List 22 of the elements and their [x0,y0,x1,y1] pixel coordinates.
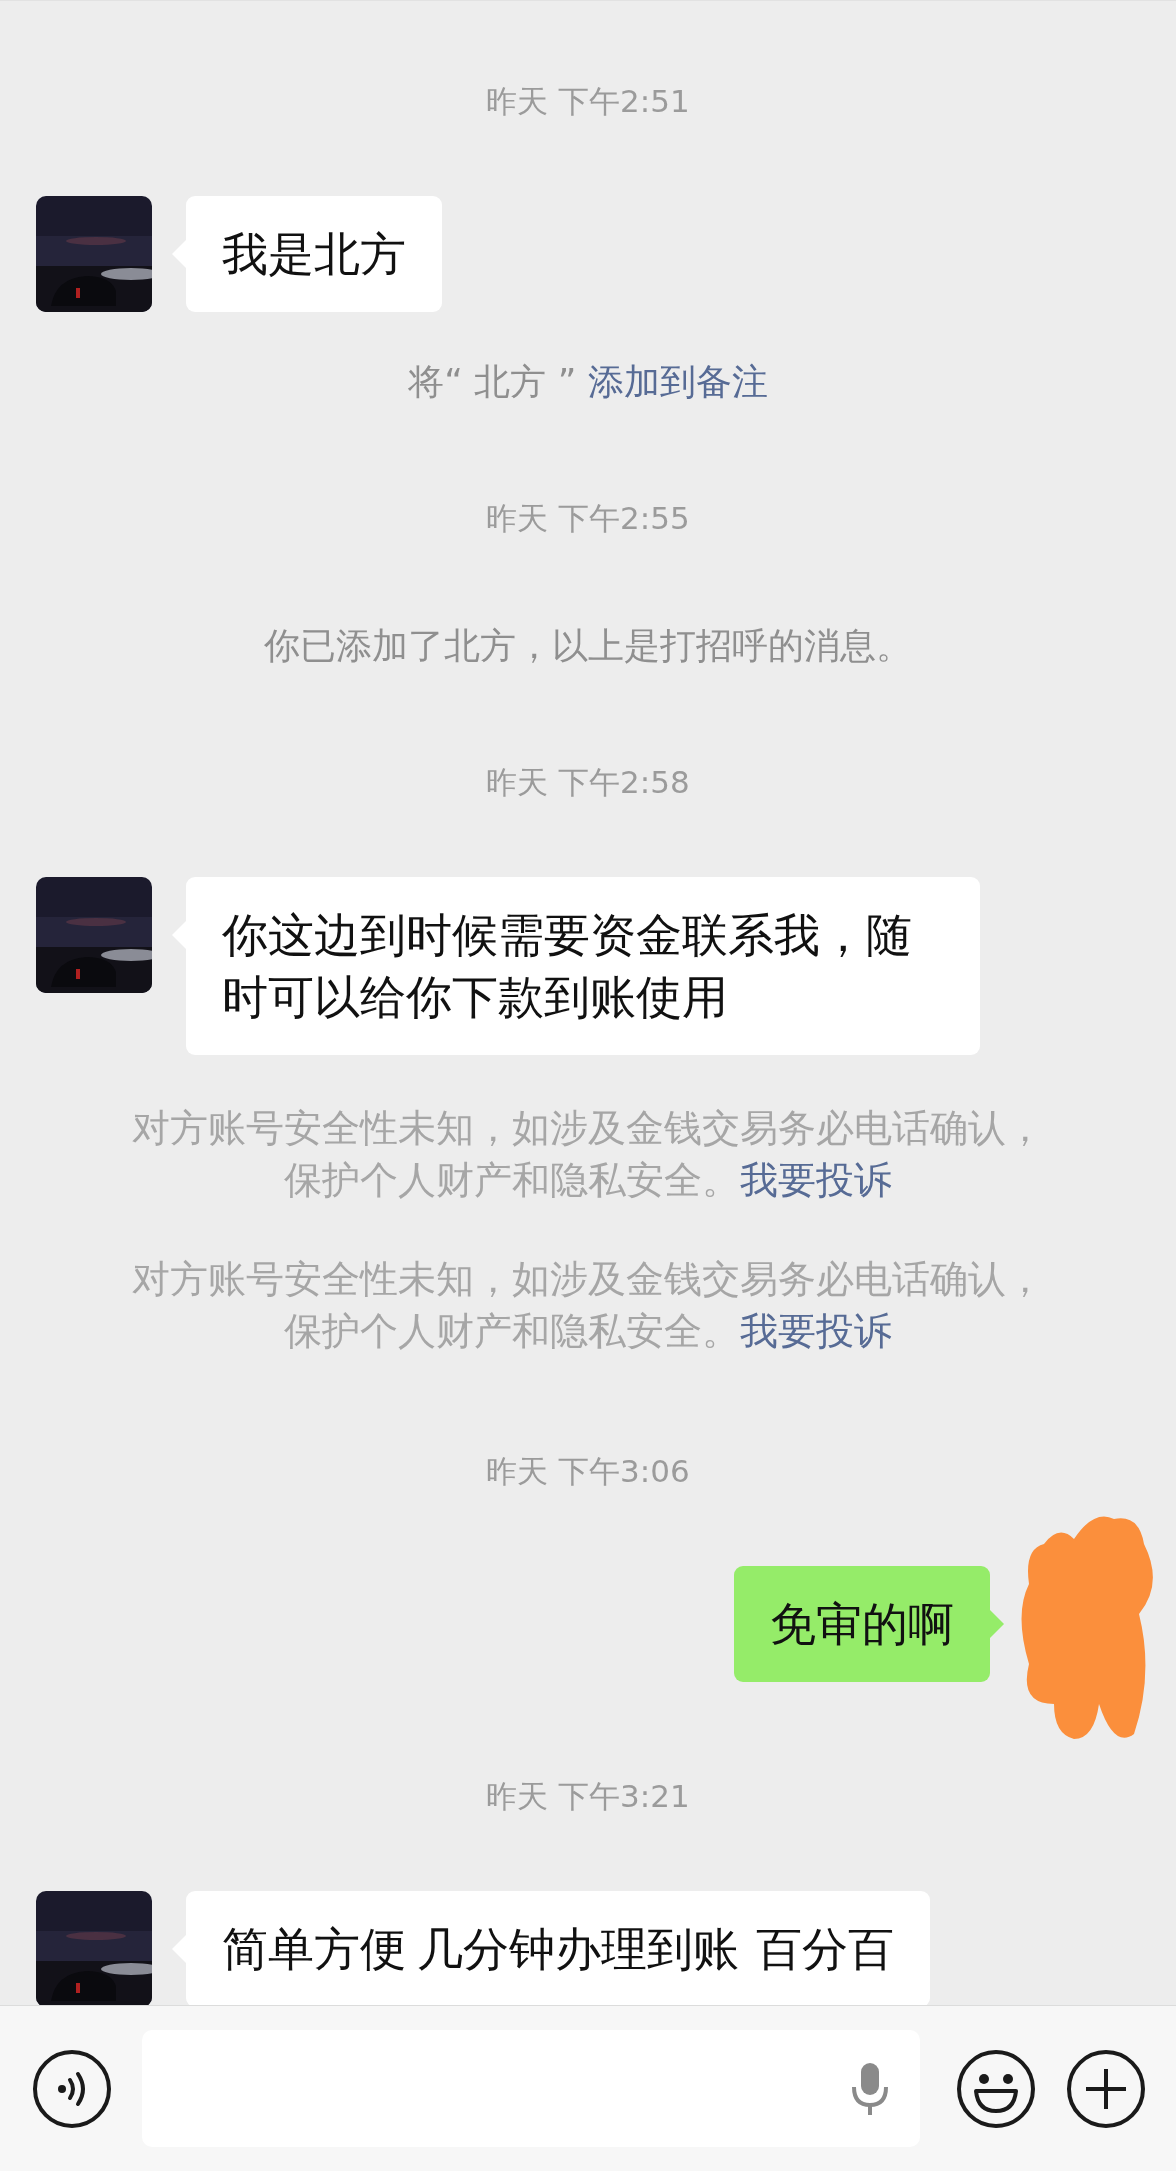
security-warning: 对方账号安全性未知，如涉及金钱交易务必电话确认，保护个人财产和隐私安全。我要投诉 [131,1256,1045,1355]
microphone-icon[interactable] [850,2060,890,2117]
timestamp: 昨天 下午2:51 [486,82,690,121]
message-bubble: 免审的啊 [734,1566,990,1682]
emoji-icon[interactable] [956,2048,1036,2129]
timestamp: 昨天 下午3:06 [486,1452,690,1491]
timestamp: 昨天 下午2:58 [486,763,690,802]
bubble-tail [990,1610,1004,1638]
message-bubble: 简单方便 几分钟办理到账 百分百 [186,1891,931,2005]
message-bubble: 我是北方 [186,196,442,312]
remark-hint: 将“ 北方 ” 添加到备注 [408,360,768,404]
timestamp: 昨天 下午2:55 [486,499,690,538]
add-remark-link[interactable]: 添加到备注 [587,361,768,402]
system-message: 你已添加了北方，以上是打招呼的消息。 [264,624,912,668]
report-link[interactable]: 我要投诉 [740,1158,892,1202]
security-warning: 对方账号安全性未知，如涉及金钱交易务必电话确认，保护个人财产和隐私安全。我要投诉 [131,1105,1045,1204]
message-bubble: 你这边到时候需要资金联系我，随时可以给你下款到账使用 [186,877,980,1055]
add-icon[interactable] [1066,2048,1146,2129]
voice-icon[interactable] [32,2048,112,2129]
timestamp: 昨天 下午3:21 [486,1777,690,1816]
message-input[interactable] [142,2030,920,2147]
report-link[interactable]: 我要投诉 [740,1309,892,1353]
